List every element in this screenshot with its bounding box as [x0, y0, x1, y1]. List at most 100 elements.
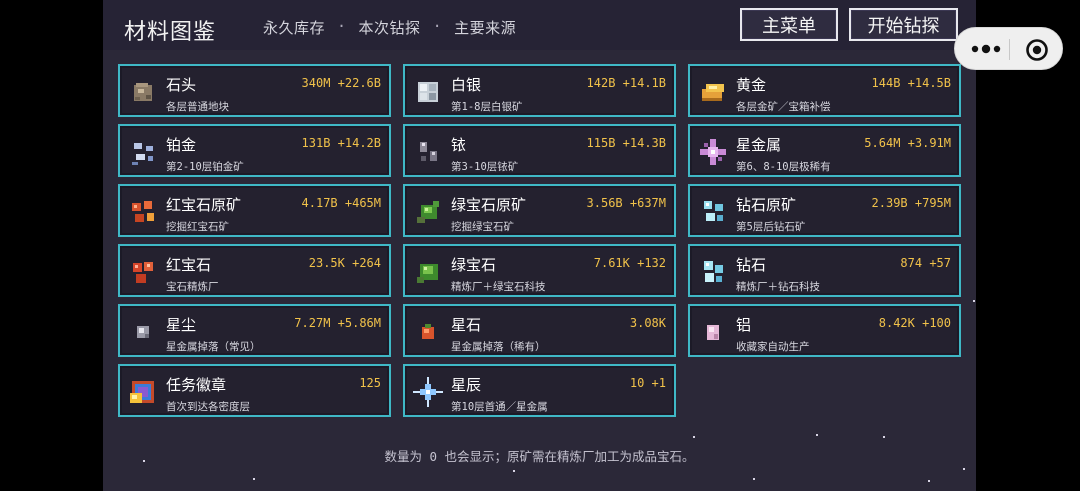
material-quantity: 4.17B +465M [301, 196, 381, 210]
tab-main-source[interactable]: 主要来源 [454, 17, 516, 38]
ruby-ore-icon [132, 201, 154, 222]
badge-icon [130, 381, 154, 403]
material-quantity: 874 +57 [900, 256, 951, 270]
material-card[interactable]: 星辰 第10层首通／星金属 10 +1 [403, 364, 676, 417]
page-title: 材料图鉴 [124, 20, 217, 45]
material-quantity: 8.42K +100 [878, 316, 951, 330]
platinum-icon [132, 143, 153, 165]
close-miniprogram-icon[interactable] [1025, 38, 1049, 62]
background-star [253, 478, 255, 480]
material-source: 各层普通地块 [166, 101, 229, 113]
material-source: 星金属掉落（常见） [166, 341, 261, 353]
tab-current-drill[interactable]: 本次钻探 [359, 17, 421, 38]
material-card[interactable]: 铝收藏家自动生产 8.42K +100 [688, 304, 961, 357]
material-source: 星金属掉落（稀有） [451, 341, 546, 353]
material-card[interactable]: 钻石原矿第5层后钻石矿 2.39B +795M [688, 184, 961, 237]
material-card[interactable]: 铂金第2-10层铂金矿 131B +14.2B [118, 124, 391, 177]
capsule-divider [1009, 39, 1010, 60]
material-quantity: 115B +14.3B [586, 136, 666, 150]
material-source: 首次到达各密度层 [166, 401, 250, 413]
material-quantity: 5.64M +3.91M [864, 136, 951, 150]
aluminum-icon [707, 325, 719, 340]
background-star [963, 468, 965, 470]
ruby-icon [133, 262, 153, 283]
material-quantity: 3.56B +637M [586, 196, 666, 210]
start-drill-button[interactable]: 开始钻探 [849, 8, 958, 41]
material-name: 绿宝石 [451, 256, 497, 274]
material-name: 铝 [736, 316, 752, 334]
material-quantity: 340M +22.6B [301, 76, 381, 90]
material-source: 收藏家自动生产 [736, 341, 810, 353]
stone-icon [134, 83, 152, 101]
material-quantity: 125 [359, 376, 381, 390]
material-name: 白银 [451, 76, 482, 94]
material-source: 第6、8-10层极稀有 [736, 161, 831, 173]
material-source: 挖掘绿宝石矿 [451, 221, 514, 233]
material-name: 星石 [451, 316, 482, 334]
material-source: 各层金矿／宝箱补偿 [736, 101, 831, 113]
material-name: 钻石原矿 [736, 196, 797, 214]
tab-permanent-inventory[interactable]: 永久库存 [263, 17, 325, 38]
material-name: 任务徽章 [166, 376, 227, 394]
material-quantity: 144B +14.5B [871, 76, 951, 90]
material-quantity: 2.39B +795M [871, 196, 951, 210]
material-card[interactable]: 铱第3-10层铱矿 115B +14.3B [403, 124, 676, 177]
background-star [753, 478, 755, 480]
tab-separator: · [337, 17, 347, 35]
material-name: 钻石 [736, 256, 767, 274]
material-source: 宝石精炼厂 [166, 281, 219, 293]
material-name: 星金属 [736, 136, 782, 154]
material-card[interactable]: 红宝石 宝石精炼厂 23.5K +264 [118, 244, 391, 297]
material-card[interactable]: 钻石 精炼厂＋钻石科技 874 +57 [688, 244, 961, 297]
main-menu-button[interactable]: 主菜单 [740, 8, 838, 41]
material-name: 铂金 [166, 136, 197, 154]
material-card[interactable]: 红宝石原矿挖掘红宝石矿 4.17B +465M [118, 184, 391, 237]
mini-program-capsule [954, 27, 1063, 70]
material-quantity: 131B +14.2B [301, 136, 381, 150]
material-source: 精炼厂＋绿宝石科技 [451, 281, 546, 293]
background-star [513, 470, 515, 472]
material-card[interactable]: 石头 各层普通地块 340M +22.6B [118, 64, 391, 117]
silver-icon [418, 82, 438, 102]
material-card[interactable]: 星石星金属掉落（稀有） 3.08K [403, 304, 676, 357]
material-name: 星尘 [166, 316, 197, 334]
material-name: 绿宝石原矿 [451, 196, 527, 214]
material-source: 挖掘红宝石矿 [166, 221, 229, 233]
material-name: 红宝石原矿 [166, 196, 242, 214]
material-card[interactable]: 白银第1-8层白银矿 142B +14.1B [403, 64, 676, 117]
iridium-icon [420, 142, 437, 161]
header-bar: 材料图鉴 永久库存 · 本次钻探 · 主要来源 主菜单 开始钻探 [103, 0, 976, 50]
codex-tabs: 永久库存 · 本次钻探 · 主要来源 [263, 17, 516, 38]
diamond-ore-icon [704, 201, 723, 221]
material-name: 铱 [451, 136, 467, 154]
material-name: 黄金 [736, 76, 767, 94]
more-options-icon[interactable] [967, 42, 1007, 56]
material-card[interactable]: 星金属第6、8-10层极稀有 5.64M +3.91M [688, 124, 961, 177]
emerald-icon [417, 264, 438, 283]
material-source: 第5层后钻石矿 [736, 221, 806, 233]
material-source: 第3-10层铱矿 [451, 161, 519, 173]
material-card[interactable]: 任务徽章首次到达各密度层 125 [118, 364, 391, 417]
background-star [883, 436, 885, 438]
material-quantity: 142B +14.1B [586, 76, 666, 90]
material-card[interactable]: 绿宝石精炼厂＋绿宝石科技 7.61K +132 [403, 244, 676, 297]
material-card[interactable]: 绿宝石原矿挖掘绿宝石矿 3.56B +637M [403, 184, 676, 237]
tab-separator: · [432, 17, 443, 35]
stardust-icon [137, 326, 149, 338]
material-source: 第10层首通／星金属 [451, 401, 548, 413]
material-quantity: 7.61K +132 [593, 256, 666, 270]
material-codex-panel: 材料图鉴 永久库存 · 本次钻探 · 主要来源 主菜单 开始钻探 石头 各层普通地… [103, 0, 976, 491]
material-quantity: 23.5K +264 [308, 256, 381, 270]
material-source: 第2-10层铂金矿 [166, 161, 244, 173]
material-source: 第1-8层白银矿 [451, 101, 523, 113]
star-icon [413, 377, 443, 407]
material-card[interactable]: 黄金各层金矿／宝箱补偿 144B +14.5B [688, 64, 961, 117]
footer-note: 数量为 0 也会显示；原矿需在精炼厂加工为成品宝石。 [384, 449, 695, 464]
material-quantity: 3.08K [629, 316, 666, 330]
gold-icon [702, 84, 724, 101]
material-quantity: 7.27M +5.86M [294, 316, 381, 330]
background-star [973, 300, 975, 302]
material-name: 星辰 [451, 376, 482, 394]
starstone-icon [422, 324, 434, 339]
material-card[interactable]: 星尘星金属掉落（常见） 7.27M +5.86M [118, 304, 391, 357]
